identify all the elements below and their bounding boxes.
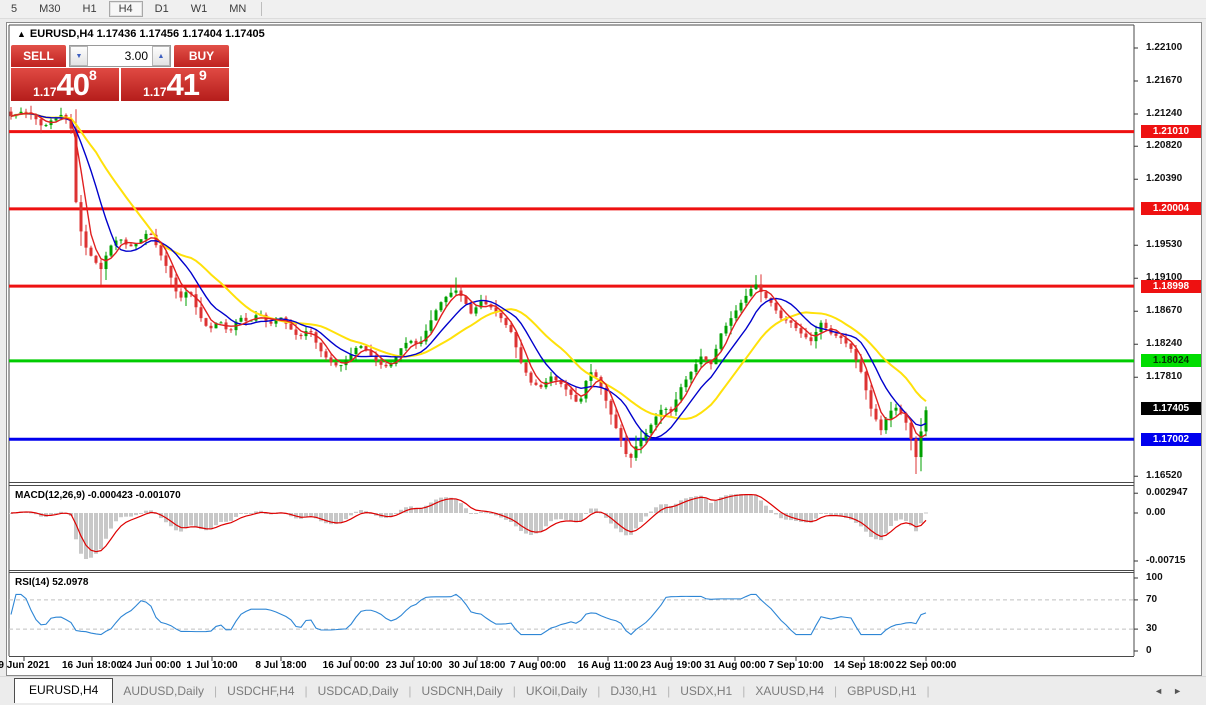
chart-tab-usdx-h1[interactable]: USDX,H1: [670, 684, 742, 698]
price-axis-label: 1.21670: [1146, 75, 1204, 87]
time-axis-label: 7 Aug 00:00: [510, 660, 566, 671]
candles: [10, 106, 928, 474]
scroll-left-icon[interactable]: ◄: [1154, 686, 1173, 696]
mt4-terminal: { "toolbar": { "timeframes": ["5","M30",…: [0, 0, 1206, 704]
price-level-badge: 1.17405: [1141, 402, 1201, 415]
bid-price-sup: 8: [89, 68, 97, 82]
volume-increase-button[interactable]: ▲: [152, 46, 170, 66]
rsi-axis-label: 30: [1146, 623, 1204, 635]
price-axis-label: 1.17810: [1146, 371, 1204, 383]
rsi-label: RSI(14) 52.0978: [15, 577, 88, 588]
tab-separator: |: [927, 684, 930, 698]
price-chart-canvas: [7, 23, 1201, 675]
chart-tab-xauusd-h4[interactable]: XAUUSD,H4: [745, 684, 834, 698]
time-axis-label: 30 Jul 18:00: [449, 660, 506, 671]
price-axis-label: 1.20390: [1146, 173, 1204, 185]
bid-price-box[interactable]: 1.17408: [11, 68, 119, 101]
bid-price-prefix: 1.17: [33, 84, 56, 100]
pane-borders: [9, 25, 1134, 657]
timeframe-button-h4[interactable]: H4: [109, 1, 143, 17]
time-axis-label: 16 Aug 11:00: [578, 660, 639, 671]
timeframe-button-mn[interactable]: MN: [219, 1, 256, 17]
sell-button[interactable]: SELL: [11, 45, 66, 67]
rsi-axis-label: 100: [1146, 572, 1204, 584]
chart-tab-dj30-h1[interactable]: DJ30,H1: [600, 684, 667, 698]
macd-axis-label: 0.002947: [1146, 487, 1204, 499]
scroll-right-icon[interactable]: ►: [1173, 686, 1192, 696]
time-axis-label: 16 Jun 18:00: [62, 660, 122, 671]
time-axis-label: 31 Aug 00:00: [704, 660, 765, 671]
timeframe-button-5[interactable]: 5: [1, 1, 27, 17]
time-axis-label: 24 Jun 00:00: [121, 660, 181, 671]
time-axis-label: 1 Jul 10:00: [186, 660, 237, 671]
symbol-marker-icon: ▲: [17, 29, 26, 39]
chart-tab-usdcnh-daily[interactable]: USDCNH,Daily: [411, 684, 512, 698]
rsi-axis-label: 70: [1146, 594, 1204, 606]
price-level-badge: 1.18024: [1141, 354, 1201, 367]
chart-window: ▲ EURUSD,H4 1.17436 1.17456 1.17404 1.174…: [6, 22, 1202, 676]
price-level-badge: 1.18998: [1141, 280, 1201, 293]
price-axis-label: 1.16520: [1146, 470, 1204, 482]
chart-tab-usdcad-daily[interactable]: USDCAD,Daily: [308, 684, 409, 698]
price-axis-label: 1.22100: [1146, 42, 1204, 54]
price-axis-label: 1.19530: [1146, 239, 1204, 251]
ask-price-prefix: 1.17: [143, 84, 166, 100]
chart-tab-usdchf-h4[interactable]: USDCHF,H4: [217, 684, 304, 698]
macd-histogram: [9, 494, 928, 559]
time-axis-label: 23 Aug 19:00: [640, 660, 701, 671]
chart-tab-eurusd-h4[interactable]: EURUSD,H4: [14, 678, 113, 703]
macd-label: MACD(12,26,9) -0.000423 -0.001070: [15, 490, 181, 501]
chart-tab-bar: EURUSD,H4AUDUSD,Daily|USDCHF,H4|USDCAD,D…: [0, 676, 1206, 705]
one-click-trading-panel: SELL ▼ ▲ BUY 1.17408 1.17419: [11, 45, 229, 101]
volume-input[interactable]: [88, 46, 152, 66]
price-axis-label: 1.20820: [1146, 140, 1204, 152]
ask-price-box[interactable]: 1.17419: [121, 68, 229, 101]
ask-price-sup: 9: [199, 68, 207, 82]
chart-title-ohlc: 1.17436 1.17456 1.17404 1.17405: [97, 28, 265, 40]
timeframe-button-m30[interactable]: M30: [29, 1, 70, 17]
chart-tab-ukoil-daily[interactable]: UKOil,Daily: [516, 684, 597, 698]
time-axis-label: 14 Sep 18:00: [834, 660, 895, 671]
volume-decrease-button[interactable]: ▼: [70, 46, 88, 66]
macd-axis-label: -0.00715: [1146, 555, 1204, 567]
axis-ticks: [24, 48, 1138, 661]
volume-spinner: ▼ ▲: [69, 45, 171, 67]
price-level-badge: 1.21010: [1141, 125, 1201, 138]
price-axis-label: 1.18670: [1146, 305, 1204, 317]
chart-tab-audusd-daily[interactable]: AUDUSD,Daily: [113, 684, 214, 698]
timeframe-toolbar: 5M30H1H4D1W1MN: [0, 0, 1206, 19]
price-axis-label: 1.18240: [1146, 338, 1204, 350]
chart-title: ▲ EURUSD,H4 1.17436 1.17456 1.17404 1.174…: [17, 28, 265, 40]
time-axis-label: 16 Jul 00:00: [323, 660, 380, 671]
timeframe-button-h1[interactable]: H1: [73, 1, 107, 17]
buy-button[interactable]: BUY: [174, 45, 229, 67]
price-level-badge: 1.17002: [1141, 433, 1201, 446]
macd-axis-label: 0.00: [1146, 507, 1204, 519]
tab-scroll-arrows[interactable]: ◄►: [1154, 686, 1192, 696]
chart-title-symbol: EURUSD,H4: [30, 28, 94, 40]
time-axis-label: 22 Sep 00:00: [896, 660, 957, 671]
price-axis-label: 1.21240: [1146, 108, 1204, 120]
timeframe-button-d1[interactable]: D1: [145, 1, 179, 17]
time-axis-label: 23 Jul 10:00: [386, 660, 443, 671]
chevron-down-icon: ▼: [76, 53, 83, 60]
chart-tab-gbpusd-h1[interactable]: GBPUSD,H1: [837, 684, 926, 698]
bid-price-big: 40: [57, 70, 89, 100]
toolbar-separator: [261, 2, 262, 16]
price-level-badge: 1.20004: [1141, 202, 1201, 215]
chevron-up-icon: ▲: [158, 53, 165, 60]
time-axis-label: 8 Jul 18:00: [255, 660, 306, 671]
rsi-axis-label: 0: [1146, 645, 1204, 657]
time-axis-label: 7 Sep 10:00: [768, 660, 823, 671]
timeframe-button-w1[interactable]: W1: [181, 1, 218, 17]
ask-price-big: 41: [167, 70, 199, 100]
time-axis-label: 9 Jun 2021: [0, 660, 50, 671]
